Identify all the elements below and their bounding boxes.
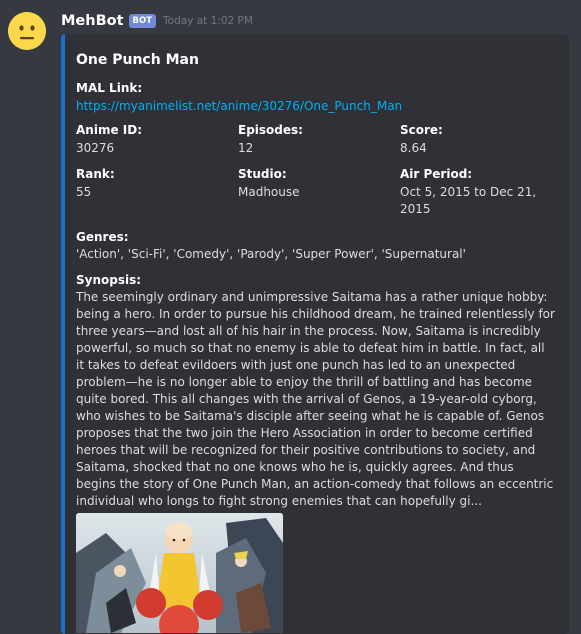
field-synopsis: Synopsis: The seemingly ordinary and uni… [76, 273, 556, 510]
embed-accent-bar [61, 34, 65, 634]
field-episodes: Episodes: 12 [238, 123, 388, 157]
bot-avatar[interactable] [8, 12, 46, 50]
field-mal-link: MAL Link: https://myanimelist.net/anime/… [76, 81, 556, 115]
field-value: Oct 5, 2015 to Dec 21, 2015 [400, 185, 537, 216]
cover-art [76, 513, 283, 633]
field-name: Studio: [238, 167, 287, 181]
timestamp[interactable]: Today at 1:02 PM [163, 15, 253, 27]
message-header: MehBot BOT Today at 1:02 PM [61, 11, 253, 31]
neutral-face-icon [8, 12, 46, 50]
field-value: 12 [238, 141, 254, 155]
field-name: MAL Link: [76, 81, 143, 95]
field-value: 8.64 [400, 141, 427, 155]
field-value: 55 [76, 185, 92, 199]
field-studio: Studio: Madhouse [238, 167, 388, 201]
anime-embed: One Punch Man MAL Link: https://myanimel… [61, 34, 569, 634]
field-genres: Genres: 'Action', 'Sci-Fi', 'Comedy', 'P… [76, 230, 556, 263]
field-value: Madhouse [238, 185, 300, 199]
anime-cover-image[interactable] [76, 513, 283, 633]
field-name: Rank: [76, 167, 115, 181]
username[interactable]: MehBot [61, 13, 124, 29]
field-name: Air Period: [400, 167, 473, 181]
field-score: Score: 8.64 [400, 123, 550, 157]
field-name: Score: [400, 123, 443, 137]
field-name: Synopsis: [76, 273, 142, 287]
field-air-period: Air Period: Oct 5, 2015 to Dec 21, 2015 [400, 167, 540, 218]
field-value: 30276 [76, 141, 115, 155]
field-name: Genres: [76, 230, 129, 244]
bot-message: MehBot BOT Today at 1:02 PM One Punch Ma… [0, 0, 581, 634]
field-name: Episodes: [238, 123, 303, 137]
bot-badge: BOT [128, 14, 157, 28]
embed-title: One Punch Man [76, 52, 199, 68]
mal-link[interactable]: https://myanimelist.net/anime/30276/One_… [76, 99, 402, 113]
field-value: 'Action', 'Sci-Fi', 'Comedy', 'Parody', … [76, 247, 466, 261]
field-name: Anime ID: [76, 123, 142, 137]
field-rank: Rank: 55 [76, 167, 226, 201]
synopsis-text: The seemingly ordinary and unimpressive … [76, 290, 555, 508]
field-anime-id: Anime ID: 30276 [76, 123, 226, 157]
